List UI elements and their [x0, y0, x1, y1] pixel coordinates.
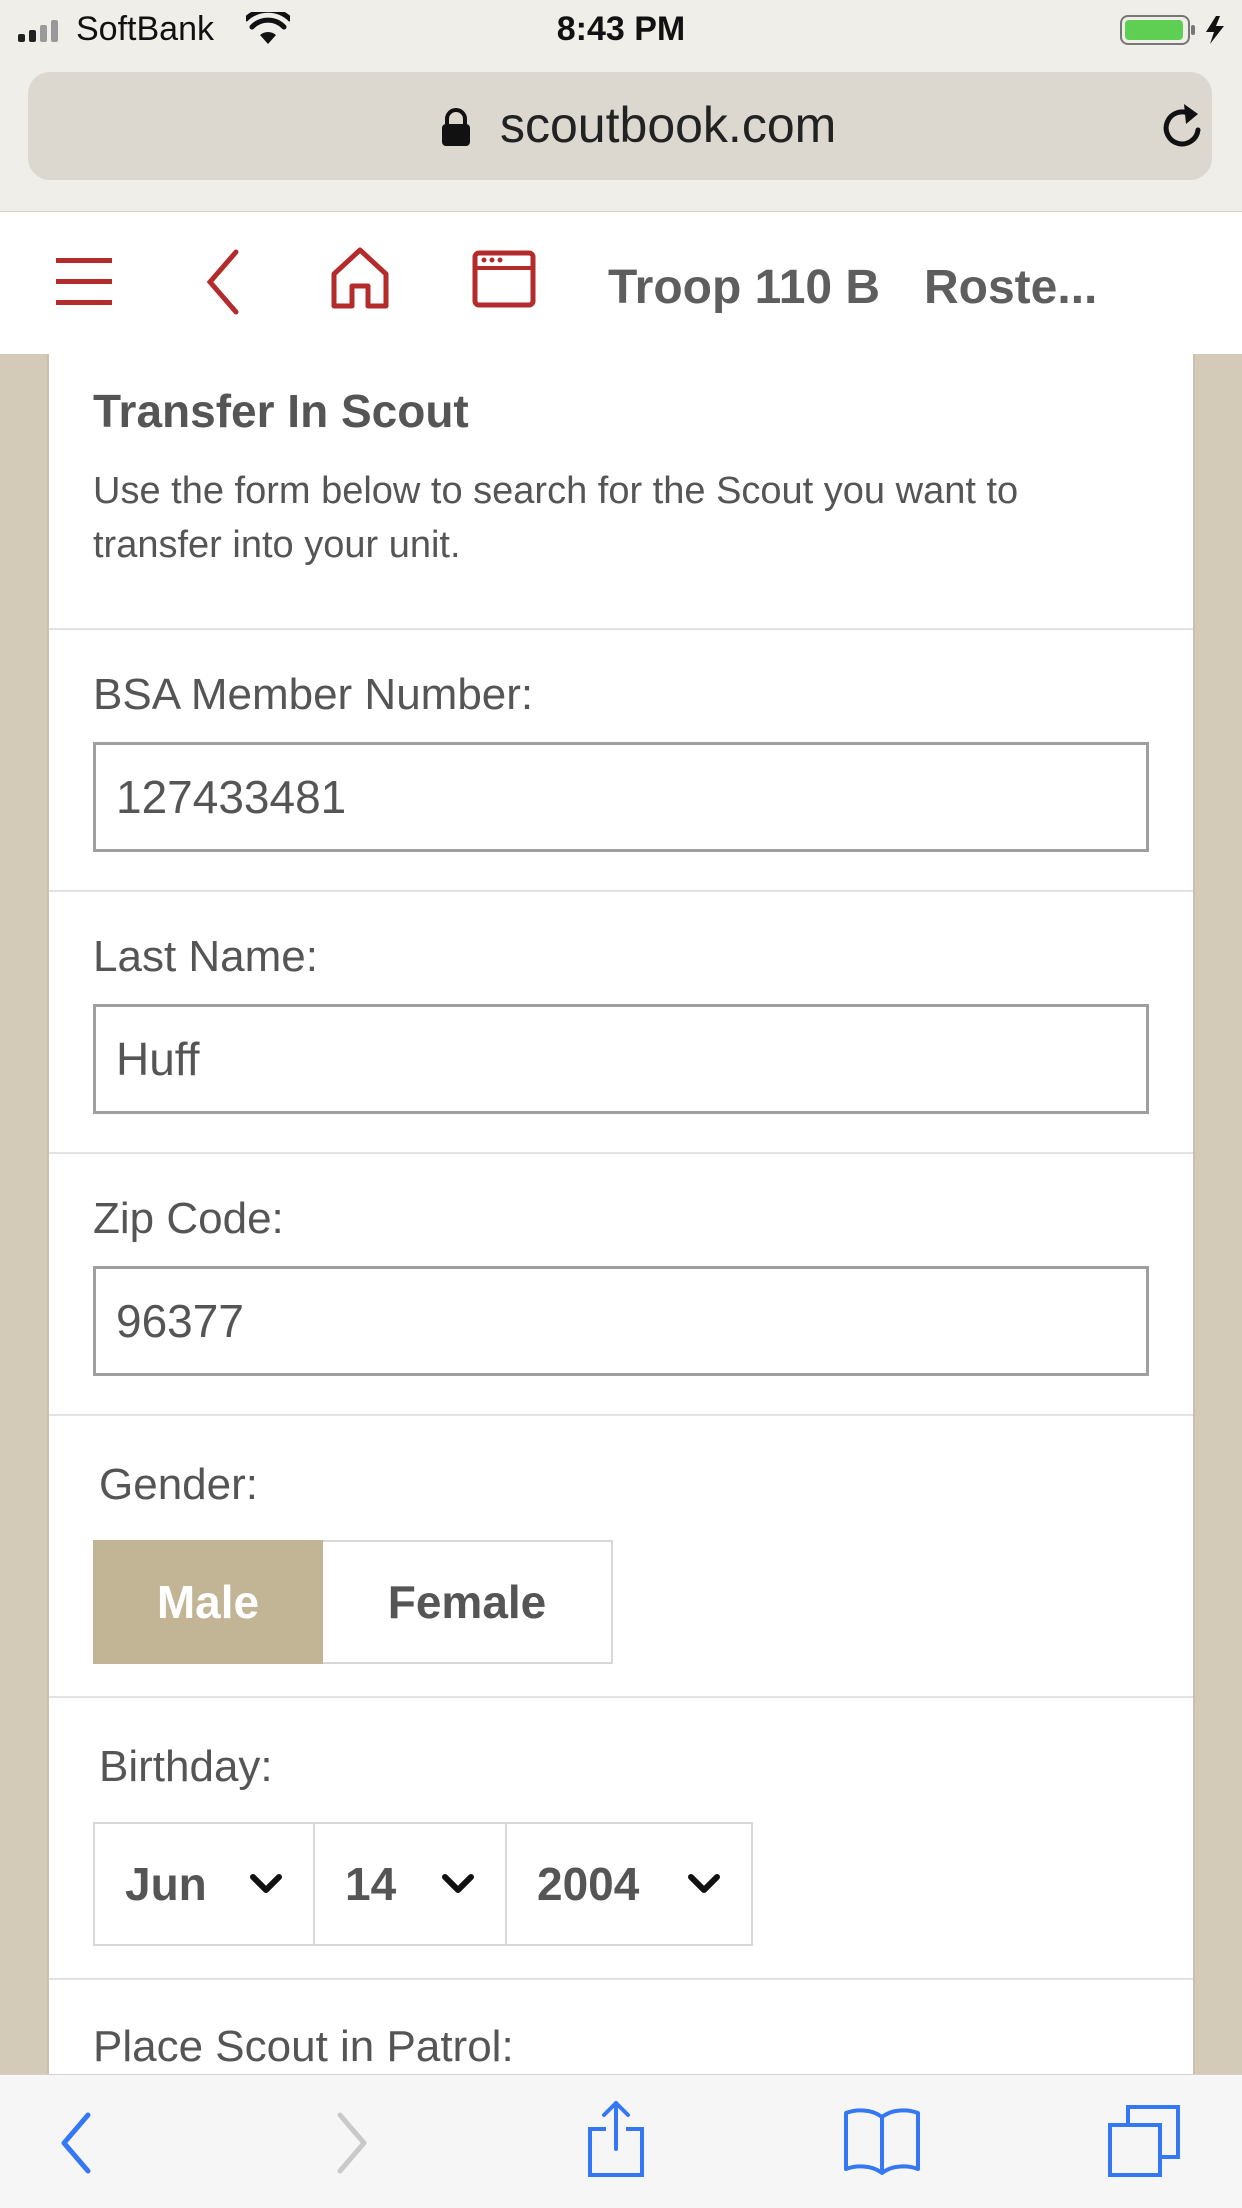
zip-code-input[interactable]	[93, 1266, 1149, 1376]
day-value: 14	[345, 1858, 397, 1910]
url-text: scoutbook.com	[500, 97, 837, 153]
bookmarks-icon[interactable]	[842, 2105, 922, 2175]
form-description: Use the form below to search for the Sco…	[93, 470, 1019, 566]
zip-code-label: Zip Code:	[93, 1194, 284, 1243]
last-name-label: Last Name:	[93, 932, 318, 981]
form-header: Transfer In Scout Use the form below to …	[49, 354, 1193, 630]
chevron-down-icon	[250, 1874, 282, 1893]
app-header: Troop 110 B Roste...	[0, 212, 1242, 354]
member-number-section: BSA Member Number:	[49, 630, 1193, 892]
chevron-down-icon	[442, 1874, 474, 1893]
status-bar: SoftBank 8:43 PM	[0, 0, 1242, 62]
birthday-label: Birthday:	[99, 1742, 273, 1791]
gender-toggle: Male Female	[93, 1540, 1149, 1664]
birthday-year-select[interactable]: 2004	[507, 1822, 753, 1946]
tabs-icon[interactable]	[1106, 2103, 1182, 2179]
battery-icon	[1120, 15, 1224, 45]
form-title: Transfer In Scout	[93, 385, 469, 437]
last-name-input[interactable]	[93, 1004, 1149, 1114]
birthday-day-select[interactable]: 14	[315, 1822, 507, 1946]
gender-label: Gender:	[99, 1460, 258, 1509]
zip-code-section: Zip Code:	[49, 1154, 1193, 1416]
home-icon[interactable]	[330, 246, 390, 310]
clock: 8:43 PM	[556, 10, 686, 48]
transfer-form-panel: Transfer In Scout Use the form below to …	[47, 354, 1195, 2074]
gender-female-button[interactable]: Female	[323, 1540, 613, 1664]
page-title[interactable]: Roste...	[924, 260, 1097, 315]
birthday-month-select[interactable]: Jun	[93, 1822, 315, 1946]
chevron-down-icon	[688, 1874, 720, 1893]
share-icon[interactable]	[586, 2099, 646, 2179]
last-name-section: Last Name:	[49, 892, 1193, 1154]
member-number-label: BSA Member Number:	[93, 670, 534, 719]
birthday-section: Birthday: Jun 14 2004	[49, 1698, 1193, 1980]
back-icon[interactable]	[58, 2111, 94, 2175]
gender-male-button[interactable]: Male	[93, 1540, 323, 1664]
unit-title[interactable]: Troop 110 B	[608, 260, 880, 315]
gender-section: Gender: Male Female	[49, 1416, 1193, 1698]
member-number-input[interactable]	[93, 742, 1149, 852]
address-bar[interactable]: scoutbook.com	[28, 72, 1212, 180]
reload-icon[interactable]	[1160, 100, 1208, 152]
year-value: 2004	[537, 1858, 640, 1910]
month-value: Jun	[125, 1858, 207, 1910]
birthday-selects: Jun 14 2004	[93, 1822, 1149, 1946]
calendar-icon[interactable]	[472, 250, 536, 308]
patrol-label: Place Scout in Patrol:	[93, 2022, 514, 2071]
browser-chrome: SoftBank 8:43 PM scoutbook.com	[0, 0, 1242, 212]
lock-icon	[442, 108, 470, 146]
menu-icon[interactable]	[56, 254, 112, 310]
forward-icon[interactable]	[334, 2111, 370, 2175]
back-icon[interactable]	[204, 248, 240, 316]
browser-toolbar	[0, 2074, 1242, 2208]
patrol-section: Place Scout in Patrol:	[49, 1980, 1193, 2074]
